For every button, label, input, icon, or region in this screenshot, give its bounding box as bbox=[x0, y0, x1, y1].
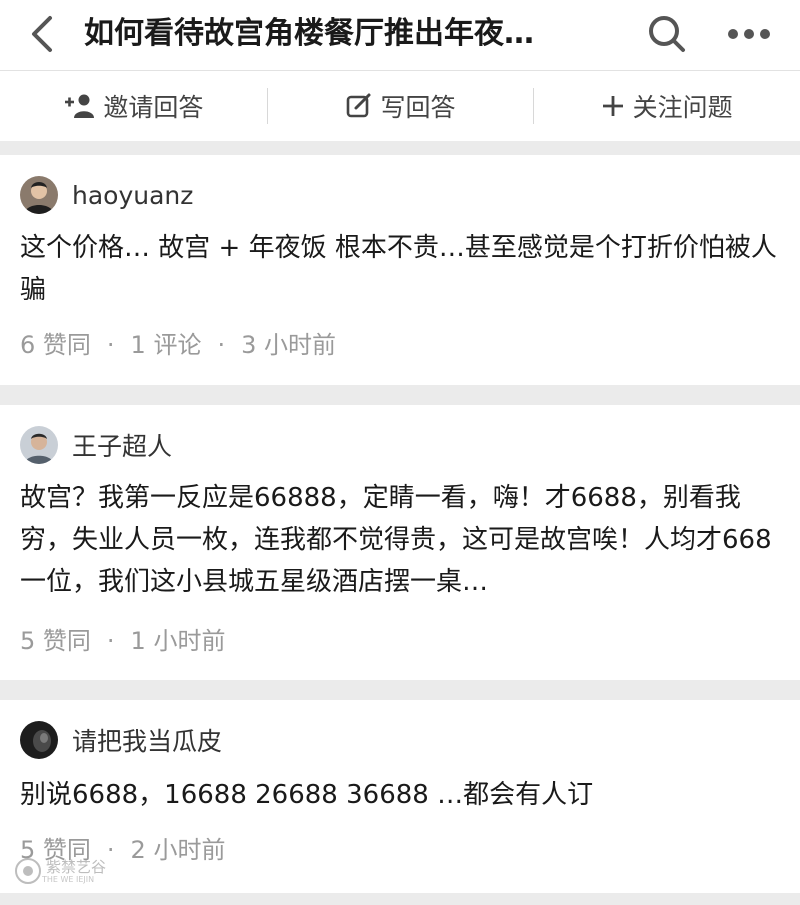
write-answer-button[interactable]: 写回答 bbox=[266, 71, 534, 141]
author-name: 王子超人 bbox=[72, 432, 173, 461]
vote-count: 5 赞同 bbox=[20, 627, 91, 655]
answer-content[interactable]: 这个价格… 故宫 + 年夜饭 根本不贵…甚至感觉是个打折价怕被人骗 bbox=[20, 227, 780, 311]
answer-meta: 6 赞同 · 1 评论 · 3 小时前 bbox=[20, 331, 336, 359]
timestamp: 3 小时前 bbox=[241, 331, 336, 359]
user-avatar-icon bbox=[20, 426, 58, 464]
search-icon bbox=[649, 16, 685, 52]
answer-author[interactable]: 请把我当瓜皮 bbox=[20, 720, 222, 760]
watermark-logo-icon bbox=[15, 858, 41, 884]
timestamp: 2 小时前 bbox=[130, 836, 226, 864]
avatar[interactable] bbox=[20, 426, 58, 464]
answer-author[interactable]: haoyuanz bbox=[20, 175, 193, 215]
comment-count[interactable]: 1 评论 bbox=[131, 331, 202, 359]
timestamp: 1 小时前 bbox=[130, 627, 226, 655]
avatar[interactable] bbox=[20, 721, 58, 759]
add-user-icon bbox=[65, 94, 95, 118]
write-answer-label: 写回答 bbox=[380, 93, 456, 122]
invite-answer-label: 邀请回答 bbox=[103, 93, 204, 122]
answer-card[interactable]: 王子超人 故宫？我第一反应是66888，定睛一看，嗨！才6688，别看我穷，失业… bbox=[0, 405, 800, 680]
answer-content[interactable]: 别说6688，16688 26688 36688 …都会有人订 bbox=[20, 774, 780, 816]
author-name: 请把我当瓜皮 bbox=[72, 727, 223, 756]
follow-question-button[interactable]: 关注问题 bbox=[533, 71, 800, 141]
answer-card[interactable]: 请把我当瓜皮 别说6688，16688 26688 36688 …都会有人订 5… bbox=[0, 700, 800, 893]
answer-content[interactable]: 故宫？我第一反应是66888，定睛一看，嗨！才6688，别看我穷，失业人员一枚，… bbox=[20, 477, 780, 603]
question-action-bar: 邀请回答 写回答 关注问题 bbox=[0, 71, 800, 141]
author-name: haoyuanz bbox=[72, 180, 194, 210]
answer-meta: 5 赞同 · 1 小时前 bbox=[20, 627, 226, 655]
user-avatar-icon bbox=[20, 721, 58, 759]
watermark-text: 紫禁艺谷 bbox=[46, 857, 107, 876]
page-title: 如何看待故宫角楼餐厅推出年夜… bbox=[84, 16, 534, 51]
search-button[interactable] bbox=[644, 12, 690, 56]
edit-icon bbox=[346, 93, 370, 118]
more-horizontal-icon bbox=[728, 29, 770, 39]
top-bar: 如何看待故宫角楼餐厅推出年夜… bbox=[0, 0, 800, 71]
watermark: 紫禁艺谷 THE WE IEJIN bbox=[14, 857, 106, 885]
back-button[interactable] bbox=[24, 12, 64, 56]
follow-question-label: 关注问题 bbox=[632, 93, 733, 122]
more-button[interactable] bbox=[722, 12, 776, 56]
answer-card[interactable]: haoyuanz 这个价格… 故宫 + 年夜饭 根本不贵…甚至感觉是个打折价怕被… bbox=[0, 155, 800, 385]
plus-icon bbox=[602, 96, 623, 116]
vote-count: 6 赞同 bbox=[20, 331, 91, 359]
user-avatar-icon bbox=[20, 176, 58, 214]
avatar[interactable] bbox=[20, 176, 58, 214]
invite-answer-button[interactable]: 邀请回答 bbox=[0, 71, 267, 141]
chevron-left-icon bbox=[32, 16, 52, 52]
answer-author[interactable]: 王子超人 bbox=[20, 425, 172, 465]
watermark-subtext: THE WE IEJIN bbox=[42, 874, 95, 884]
